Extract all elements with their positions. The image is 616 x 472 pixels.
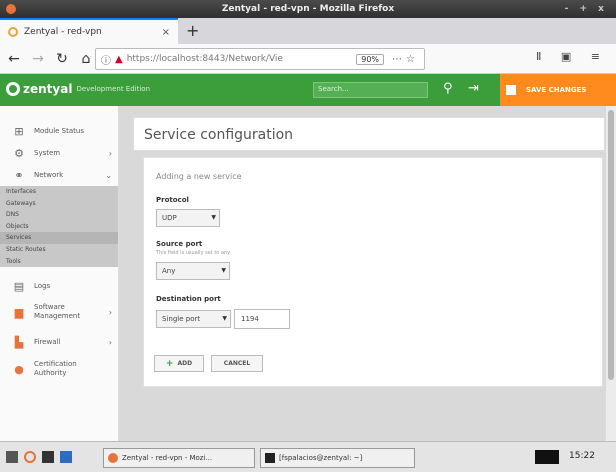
zentyal-favicon-icon [8,27,18,37]
window-controls[interactable]: - + x [565,0,608,18]
sidebar-subitem-dns[interactable]: DNS [0,209,118,221]
info-icon[interactable]: ⓘ [101,52,111,67]
insecure-lock-icon[interactable]: ▲ [115,54,123,65]
sidebar-item-certification-authority[interactable]: ● Certification Authority [0,357,118,381]
close-tab-icon[interactable]: × [162,27,170,38]
url-text[interactable]: https://localhost:8443/Network/Vie [127,54,357,64]
service-form-panel: Adding a new service Protocol UDP ▼ Sour… [143,157,603,387]
taskbar: Zentyal - red-vpn - Mozi... [fspalacios@… [0,441,616,472]
chevron-right-icon: › [108,148,112,158]
form-subtitle: Adding a new service [156,172,242,181]
url-bar[interactable]: ⓘ ▲ https://localhost:8443/Network/Vie 9… [95,48,425,70]
protocol-label: Protocol [156,196,189,204]
home-icon[interactable]: ⌂ [76,51,96,67]
back-icon[interactable]: ← [4,51,24,67]
zentyal-header: zentyal Development Edition Search... ⚲ … [0,74,616,106]
sidebar-item-logs[interactable]: ▤ Logs [0,275,118,297]
destination-port-label: Destination port [156,295,221,303]
destination-port-type-select[interactable]: Single port ▼ [156,310,231,328]
clock: 15:22 [569,451,595,461]
network-submenu: Interfaces Gateways DNS Objects Services… [0,186,118,268]
grid-icon: ⊞ [14,124,24,138]
workspace-indicator[interactable] [535,450,559,464]
page-header: Service configuration [133,117,605,151]
sidebar-item-software-management[interactable]: ▆ Software Management › [0,297,118,327]
tab-bar: Zentyal - red-vpn × + [0,18,616,44]
sidebar-item-system[interactable]: ⚙ System › [0,142,118,164]
firefox-icon [108,453,118,463]
dropdown-caret-icon: ▼ [222,315,227,322]
sidebar: ⊞ Module Status ⚙ System › ⚭ Network ⌄ I… [0,106,119,441]
plus-icon: + [165,358,174,369]
reload-icon[interactable]: ↻ [52,51,72,67]
search-input[interactable]: Search... [313,82,428,98]
firefox-launcher-icon[interactable] [24,451,36,463]
package-icon: ▆ [14,305,24,319]
sidebar-subitem-objects[interactable]: Objects [0,221,118,233]
sidebar-item-network[interactable]: ⚭ Network ⌄ [0,164,118,186]
terminal-launcher-icon[interactable] [42,451,54,463]
zoom-level[interactable]: 90% [356,53,385,65]
source-port-hint: This field is usually set to any [156,250,231,256]
chevron-right-icon: › [108,337,112,347]
sidebar-subitem-interfaces[interactable]: Interfaces [0,186,118,198]
dropdown-caret-icon: ▼ [211,214,216,221]
forward-icon[interactable]: → [28,51,48,67]
cancel-button[interactable]: CANCEL [211,355,263,372]
tab-label: Zentyal - red-vpn [24,27,102,37]
save-changes-button[interactable]: SAVE CHANGES [500,74,616,106]
taskbar-task-terminal[interactable]: [fspalacios@zentyal: ~] [260,448,415,468]
menu-icon[interactable] [6,451,18,463]
firewall-icon: ▙ [14,335,24,349]
certificate-icon: ● [14,362,24,376]
save-icon [506,85,516,95]
sidebar-subitem-tools[interactable]: Tools [0,256,118,268]
logout-icon[interactable]: ⇥ [468,81,479,96]
zentyal-logo[interactable]: zentyal Development Edition [6,82,150,96]
sidebar-item-module-status[interactable]: ⊞ Module Status [0,120,118,142]
chevron-down-icon: ⌄ [105,170,112,180]
sidebar-subitem-services[interactable]: Services [0,232,118,244]
add-button[interactable]: + ADD [154,355,204,372]
logs-icon: ▤ [13,279,25,293]
zentyal-logo-icon [6,82,20,96]
sidebar-item-firewall[interactable]: ▙ Firewall › [0,327,118,357]
scrollbar-thumb[interactable] [608,110,614,380]
terminal-icon [265,453,275,463]
source-port-select[interactable]: Any ▼ [156,262,230,280]
gear-icon: ⚙ [14,146,24,160]
search-icon[interactable]: ⚲ [443,81,453,96]
sidebar-subitem-static-routes[interactable]: Static Routes [0,244,118,256]
destination-port-input[interactable]: 1194 [234,309,290,329]
chevron-right-icon: › [108,307,112,317]
protocol-select[interactable]: UDP ▼ [156,209,220,227]
window-title: Zentyal - red-vpn - Mozilla Firefox [221,4,395,14]
page-actions-icon[interactable]: ⋯☆ [392,54,419,65]
new-tab-icon[interactable]: + [186,21,199,40]
files-launcher-icon[interactable] [60,451,72,463]
dropdown-caret-icon: ▼ [221,267,226,274]
browser-tab[interactable]: Zentyal - red-vpn × [0,18,178,44]
taskbar-task-firefox[interactable]: Zentyal - red-vpn - Mozi... [103,448,255,468]
toolbar-icons[interactable]: Ⅱ ▣ ≡ [536,50,608,63]
sidebar-subitem-gateways[interactable]: Gateways [0,198,118,210]
window-title-bar: Zentyal - red-vpn - Mozilla Firefox - + … [0,0,616,18]
network-icon: ⚭ [14,168,24,182]
source-port-label: Source port [156,240,203,248]
page-title: Service configuration [144,127,294,143]
firefox-icon [6,4,16,14]
navigation-bar: ← → ↻ ⌂ ⓘ ▲ https://localhost:8443/Netwo… [0,44,616,74]
